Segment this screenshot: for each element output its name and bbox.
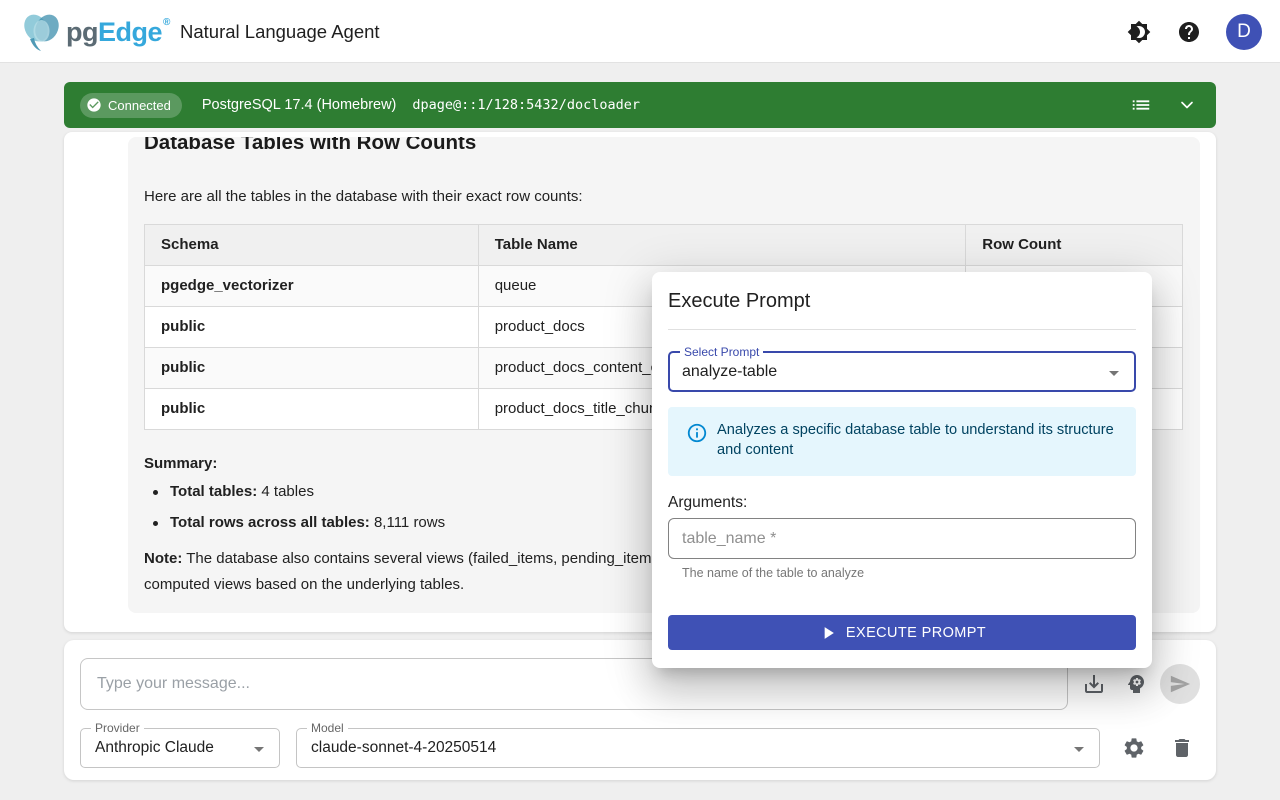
list-icon[interactable] [1128, 92, 1154, 118]
server-version: PostgreSQL 17.4 (Homebrew) [202, 97, 397, 113]
table-name-input[interactable] [668, 518, 1136, 559]
pgedge-logo-text: pgEdge® [66, 17, 170, 48]
column-header-schema: Schema [145, 225, 479, 266]
message-intro: Here are all the tables in the database … [144, 185, 1184, 208]
column-header-row-count: Row Count [966, 225, 1183, 266]
model-select[interactable]: Model claude-sonnet-4-20250514 [296, 728, 1100, 768]
cell-schema: public [145, 307, 479, 348]
execute-prompt-button-label: EXECUTE PROMPT [846, 625, 986, 641]
pgedge-logo: pgEdge® [20, 11, 170, 53]
status-badge-label: Connected [108, 98, 171, 113]
prompt-description: Analyzes a specific database table to un… [717, 420, 1122, 460]
page: pgEdge® Natural Language Agent D Connect… [0, 0, 1280, 800]
dark-mode-icon[interactable] [1126, 19, 1152, 45]
avatar[interactable]: D [1226, 14, 1262, 50]
provider-select-value: Anthropic Claude [95, 729, 214, 767]
pgedge-logo-mark [20, 11, 64, 53]
dialog-title: Execute Prompt [668, 290, 810, 313]
chevron-down-icon[interactable] [1174, 92, 1200, 118]
check-circle-icon [86, 97, 102, 113]
model-select-value: claude-sonnet-4-20250514 [311, 729, 496, 767]
table-name-helper-text: The name of the table to analyze [682, 566, 864, 580]
arguments-label: Arguments: [668, 494, 747, 512]
table-header-row: Schema Table Name Row Count [145, 225, 1183, 266]
prompt-select[interactable]: Select Prompt analyze-table [668, 351, 1136, 392]
cell-schema: public [145, 348, 479, 389]
psychology-icon[interactable] [1124, 672, 1148, 696]
page-title: Natural Language Agent [180, 21, 380, 43]
help-icon[interactable] [1176, 19, 1202, 45]
status-badge: Connected [80, 93, 182, 118]
connection-bar: Connected PostgreSQL 17.4 (Homebrew) dpa… [64, 82, 1216, 128]
provider-select[interactable]: Provider Anthropic Claude [80, 728, 280, 768]
info-icon [686, 422, 708, 444]
execute-prompt-button[interactable]: EXECUTE PROMPT [668, 615, 1136, 650]
chevron-down-icon [247, 737, 271, 766]
app-header: pgEdge® Natural Language Agent D [0, 0, 1280, 63]
message-heading: Database Tables with Row Counts [144, 137, 1184, 155]
trash-icon[interactable] [1170, 736, 1194, 760]
download-icon[interactable] [1082, 672, 1106, 696]
send-icon [1169, 673, 1191, 695]
chevron-down-icon [1102, 361, 1126, 390]
prompt-info-alert: Analyzes a specific database table to un… [668, 407, 1136, 476]
execute-prompt-dialog: Execute Prompt Select Prompt analyze-tab… [652, 272, 1152, 668]
gear-icon[interactable] [1122, 736, 1146, 760]
column-header-table-name: Table Name [478, 225, 966, 266]
chevron-down-icon [1067, 737, 1091, 766]
send-button[interactable] [1160, 664, 1200, 704]
cell-schema: public [145, 389, 479, 430]
appbar-actions: D [1126, 0, 1262, 63]
divider [668, 329, 1136, 330]
connection-bar-actions [1128, 92, 1200, 118]
connection-string: dpage@::1/128:5432/docloader [412, 97, 640, 113]
play-icon [818, 623, 838, 643]
cell-schema: pgedge_vectorizer [145, 266, 479, 307]
prompt-select-value: analyze-table [682, 353, 777, 390]
